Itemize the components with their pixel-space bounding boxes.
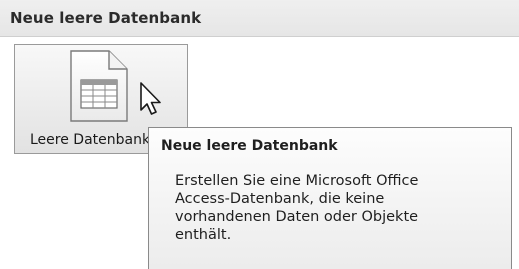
- section-header: Neue leere Datenbank: [0, 0, 519, 37]
- tooltip-description: Erstellen Sie eine Microsoft Office Acce…: [175, 172, 505, 244]
- tooltip-line: enthält.: [175, 227, 232, 243]
- blank-database-document-icon: [70, 50, 128, 122]
- tooltip: Neue leere Datenbank Erstellen Sie eine …: [148, 127, 512, 269]
- tooltip-title: Neue leere Datenbank: [161, 138, 338, 154]
- tooltip-line: vorhandenen Daten oder Objekte: [175, 209, 419, 225]
- tooltip-line: Erstellen Sie eine Microsoft Office: [175, 173, 419, 189]
- mouse-pointer-icon: [140, 82, 161, 115]
- section-title: Neue leere Datenbank: [10, 9, 202, 27]
- tooltip-line: Access-Datenbank, die keine: [175, 191, 385, 207]
